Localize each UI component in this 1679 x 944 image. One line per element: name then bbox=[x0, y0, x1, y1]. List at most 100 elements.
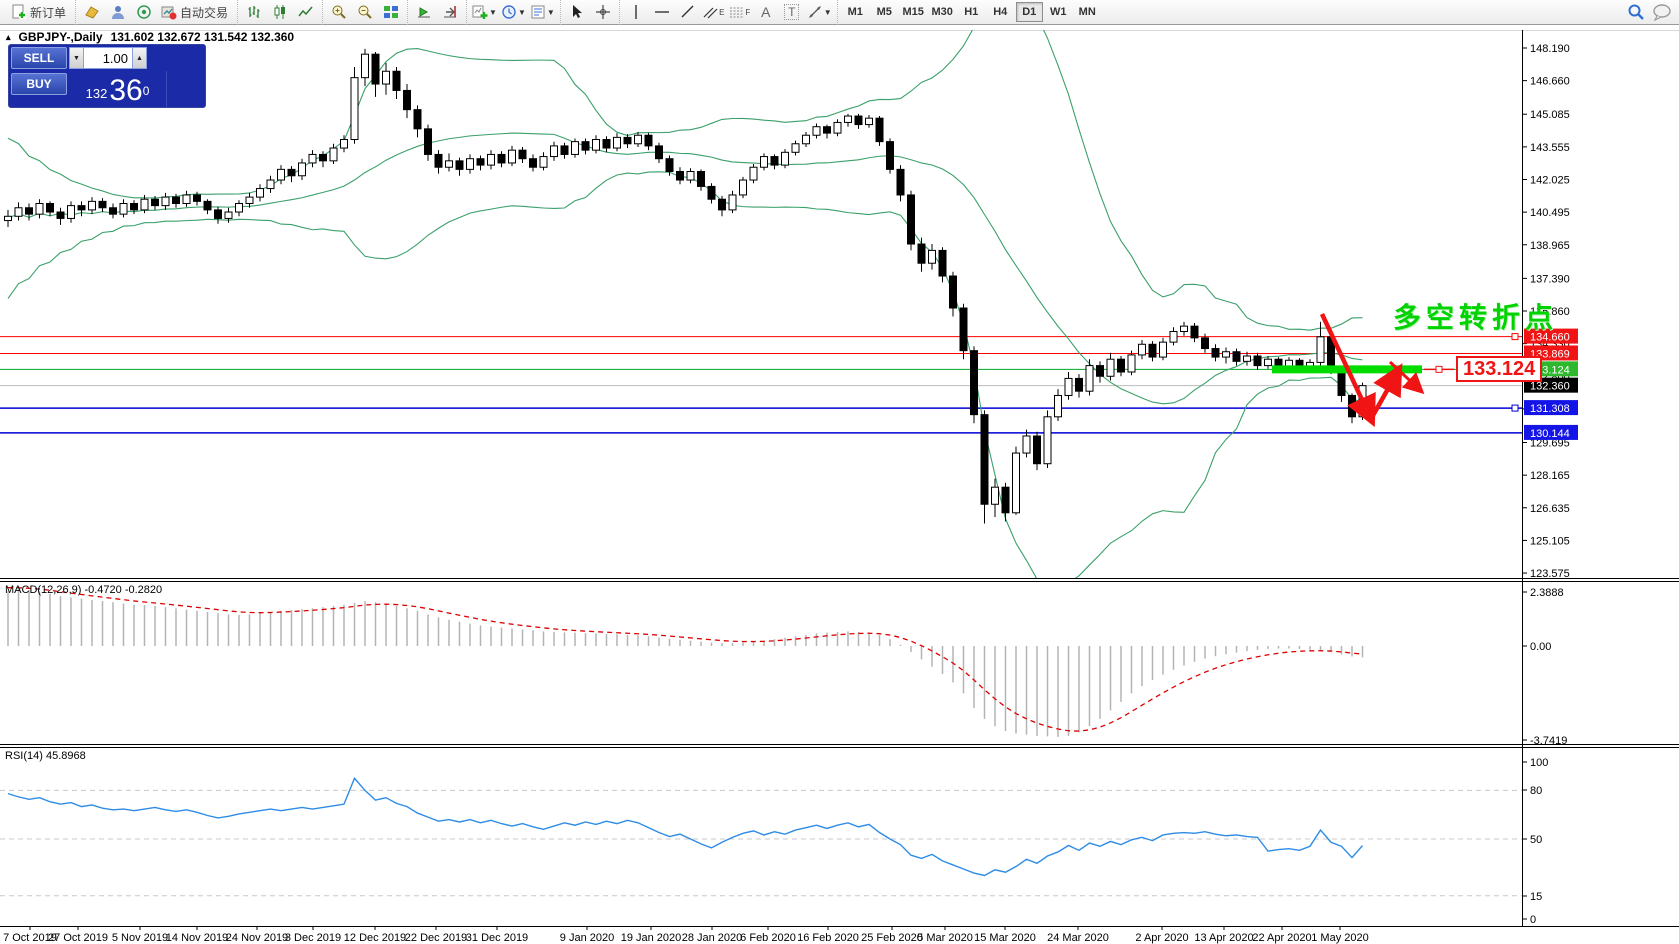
candle-body bbox=[509, 150, 516, 163]
chart-symbol-period: GBPJPY-,Daily bbox=[19, 30, 103, 44]
candle-body bbox=[477, 159, 484, 165]
candle bbox=[624, 134, 631, 148]
candle-body bbox=[320, 154, 327, 160]
main-pane[interactable] bbox=[0, 0, 1522, 587]
date-label: 12 Dec 2019 bbox=[344, 932, 406, 944]
candle bbox=[288, 166, 295, 182]
candle bbox=[78, 201, 85, 216]
chart-title: ▴ GBPJPY-,Daily 131.602 132.672 131.542 … bbox=[6, 30, 294, 44]
candle-body bbox=[666, 159, 673, 172]
candle-body bbox=[267, 180, 274, 189]
candle-body bbox=[341, 140, 348, 149]
candle-body bbox=[897, 169, 904, 195]
candle-body bbox=[866, 118, 873, 124]
volume-increase-button[interactable]: ▲ bbox=[132, 47, 147, 69]
candle-body bbox=[5, 216, 12, 220]
candle bbox=[498, 151, 505, 167]
price-badge-text: 130.144 bbox=[1530, 428, 1570, 440]
axis-label: 142.025 bbox=[1530, 174, 1570, 186]
candle bbox=[750, 164, 757, 183]
candle bbox=[1233, 349, 1240, 366]
candle-body bbox=[372, 54, 379, 84]
candle-body bbox=[782, 152, 789, 165]
candle bbox=[68, 201, 75, 222]
date-label: 27 Oct 2019 bbox=[48, 932, 108, 944]
buy-button[interactable]: BUY bbox=[11, 73, 67, 95]
candle bbox=[1349, 393, 1356, 423]
candle-body bbox=[939, 250, 946, 276]
turning-point-annotation[interactable]: 多空转折点 bbox=[1393, 296, 1558, 336]
candle bbox=[89, 197, 96, 214]
candle bbox=[435, 150, 442, 173]
candle bbox=[467, 154, 474, 173]
candle-body bbox=[719, 199, 726, 210]
candle-body bbox=[456, 161, 463, 170]
candle bbox=[540, 152, 547, 170]
candle bbox=[834, 119, 841, 136]
chart-ohlc-values: 131.602 132.672 131.542 132.360 bbox=[111, 30, 295, 44]
candle-body bbox=[183, 195, 190, 204]
candle-body bbox=[540, 157, 547, 168]
candle-body bbox=[425, 129, 432, 155]
trend-arrow[interactable] bbox=[1371, 371, 1398, 419]
candle bbox=[519, 147, 526, 163]
buy-price[interactable]: 132 395 bbox=[9, 107, 107, 108]
candle-body bbox=[561, 146, 568, 155]
candle bbox=[866, 115, 873, 128]
candle-body bbox=[855, 116, 862, 125]
candle bbox=[530, 154, 537, 171]
candle-body bbox=[1118, 359, 1125, 372]
price-badge-131.308: 131.308 bbox=[1524, 400, 1578, 415]
candle-body bbox=[908, 195, 915, 244]
candle bbox=[341, 135, 348, 152]
candle-body bbox=[141, 199, 148, 210]
candle-body bbox=[677, 172, 684, 181]
date-label: 6 Feb 2020 bbox=[740, 932, 796, 944]
one-click-toggle-icon[interactable]: ▴ bbox=[6, 32, 11, 43]
candle bbox=[1118, 356, 1125, 376]
candle-body bbox=[803, 135, 810, 144]
price-box-handle bbox=[1436, 366, 1442, 372]
candle bbox=[761, 153, 768, 170]
volume-decrease-button[interactable]: ▼ bbox=[69, 47, 84, 69]
candle-body bbox=[687, 172, 694, 181]
price-level-box[interactable]: 133.124 bbox=[1456, 356, 1542, 382]
candle-body bbox=[204, 201, 211, 210]
candle-body bbox=[446, 161, 453, 167]
axis-label: 80 bbox=[1530, 785, 1542, 797]
candle bbox=[614, 133, 621, 151]
candle bbox=[645, 133, 652, 150]
candle-body bbox=[236, 203, 243, 212]
price-badge-130.144: 130.144 bbox=[1524, 425, 1578, 440]
candle-body bbox=[740, 180, 747, 195]
candle-body bbox=[1244, 356, 1251, 361]
candle bbox=[687, 168, 694, 183]
date-label: 22 Apr 2020 bbox=[1252, 932, 1311, 944]
candle bbox=[99, 198, 106, 212]
candle bbox=[792, 141, 799, 156]
volume-value[interactable]: 1.00 bbox=[84, 47, 132, 69]
chart-canvas[interactable]: 148.190146.660145.085143.555142.025140.4… bbox=[0, 0, 1679, 944]
candle-body bbox=[614, 137, 621, 148]
sell-button[interactable]: SELL bbox=[11, 47, 67, 69]
date-label: 28 Jan 2020 bbox=[682, 932, 743, 944]
axis-label: 0 bbox=[1530, 914, 1536, 926]
candle-body bbox=[131, 203, 138, 209]
candle-body bbox=[99, 201, 106, 207]
date-label: 24 Mar 2020 bbox=[1047, 932, 1109, 944]
level-handle-131.308 bbox=[1512, 405, 1518, 411]
candle-body bbox=[110, 208, 117, 214]
candle bbox=[183, 191, 190, 207]
axis-label: 15 bbox=[1530, 891, 1542, 903]
sell-price[interactable]: 132 360 bbox=[69, 71, 167, 107]
candle bbox=[47, 201, 54, 216]
candle-body bbox=[1181, 326, 1188, 331]
candle bbox=[729, 191, 736, 213]
chart-window[interactable]: 148.190146.660145.085143.555142.025140.4… bbox=[0, 26, 1679, 944]
candle-body bbox=[1317, 337, 1324, 363]
macd-indicator-label: MACD(12,26,9) -0.4720 -0.2820 bbox=[5, 584, 162, 596]
candle bbox=[1265, 356, 1272, 369]
axis-label: 140.495 bbox=[1530, 207, 1570, 219]
bollinger-upper bbox=[8, 0, 1363, 330]
candle bbox=[677, 167, 684, 184]
